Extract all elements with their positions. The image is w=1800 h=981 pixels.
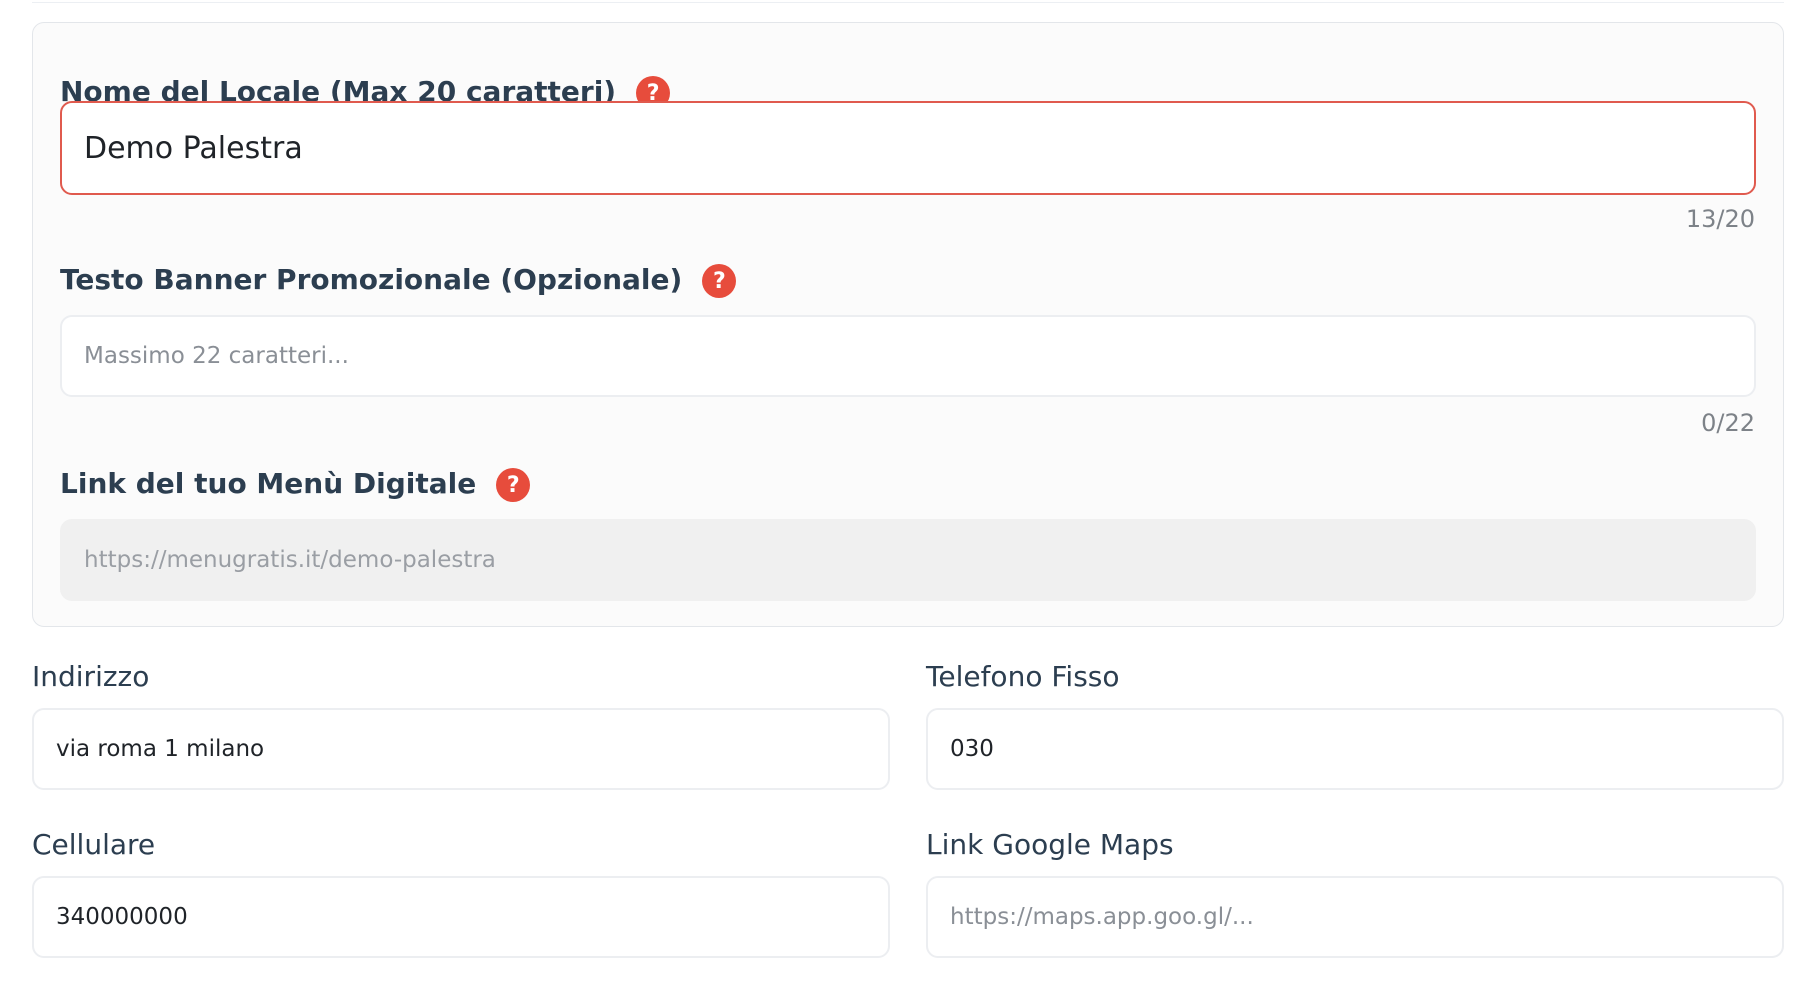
banner-text-help-icon[interactable]: ? — [702, 264, 737, 298]
menu-link-readonly-field[interactable] — [60, 519, 1756, 601]
google-maps-input[interactable] — [926, 876, 1784, 958]
banner-text-label-text: Testo Banner Promozionale (Opzionale) — [60, 262, 683, 296]
banner-text-label: Testo Banner Promozionale (Opzionale) ? — [60, 259, 737, 299]
landline-label: Telefono Fisso — [926, 660, 1120, 693]
address-input[interactable] — [32, 708, 890, 790]
locale-name-input[interactable] — [60, 101, 1756, 195]
menu-link-label-text: Link del tuo Menù Digitale — [60, 466, 477, 500]
menu-link-help-icon[interactable]: ? — [496, 468, 531, 502]
landline-input[interactable] — [926, 708, 1784, 790]
address-label: Indirizzo — [32, 660, 150, 693]
mobile-input[interactable] — [32, 876, 890, 958]
mobile-label: Cellulare — [32, 828, 156, 861]
locale-name-counter: 13/20 — [1685, 205, 1755, 233]
top-divider — [32, 2, 1784, 3]
banner-text-input[interactable] — [60, 315, 1756, 397]
menu-link-label: Link del tuo Menù Digitale ? — [60, 463, 531, 503]
locale-settings-card: Nome del Locale (Max 20 caratteri) ? 13/… — [32, 22, 1784, 627]
google-maps-label: Link Google Maps — [926, 828, 1174, 861]
banner-text-counter: 0/22 — [1701, 409, 1755, 437]
